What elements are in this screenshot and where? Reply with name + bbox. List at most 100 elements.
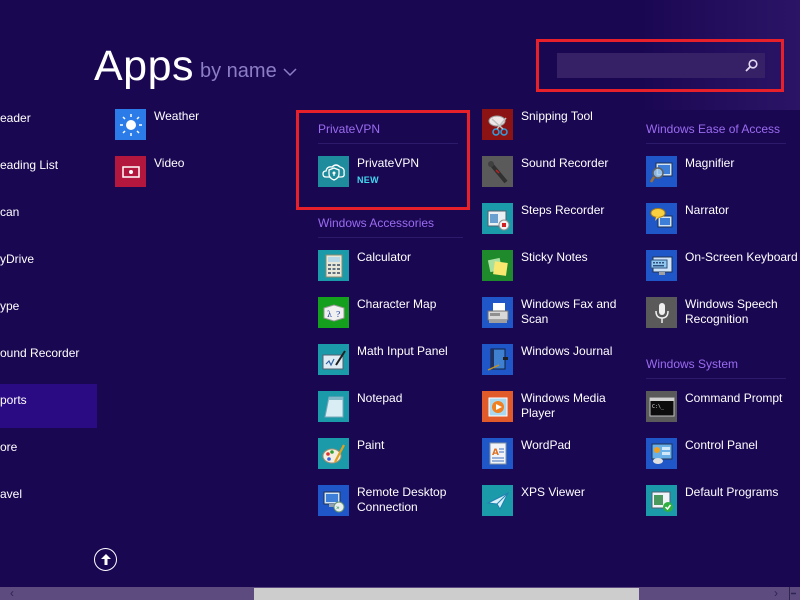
left-list-item[interactable]: ore — [0, 440, 17, 454]
app-label: WordPad — [521, 438, 571, 452]
app-label: Paint — [357, 438, 385, 452]
semantic-zoom-button[interactable] — [789, 587, 796, 600]
app-tile-wordpad[interactable]: A WordPad — [482, 438, 571, 469]
app-label: Steps Recorder — [521, 203, 605, 217]
app-tile-sound-recorder[interactable]: Sound Recorder — [482, 156, 608, 187]
chevron-down-icon — [283, 68, 297, 77]
video-icon — [115, 156, 146, 187]
app-tile-magnifier[interactable]: Magnifier — [646, 156, 734, 187]
app-tile-remote-desktop[interactable]: » Remote Desktop Connection — [318, 485, 472, 516]
app-label: Windows Journal — [521, 344, 613, 358]
speech-mic-icon — [646, 297, 677, 328]
app-tile-default-programs[interactable]: Default Programs — [646, 485, 778, 516]
svg-text:λ: λ — [327, 310, 332, 319]
app-tile-snipping-tool[interactable]: Snipping Tool — [482, 109, 593, 140]
sort-label: by name — [200, 60, 277, 82]
app-label: PrivateVPN NEW — [357, 156, 419, 188]
math-input-icon — [318, 344, 349, 375]
search-input[interactable] — [557, 53, 737, 78]
app-tile-privatevpn[interactable]: PrivateVPN NEW — [318, 156, 419, 188]
app-tile-narrator[interactable]: Narrator — [646, 203, 729, 234]
svg-text:A: A — [492, 448, 499, 458]
app-label: XPS Viewer — [521, 485, 585, 499]
left-list-item[interactable]: ype — [0, 299, 19, 313]
app-tile-paint[interactable]: Paint — [318, 438, 384, 469]
microphone-icon — [482, 156, 513, 187]
command-prompt-icon: C:\_ — [646, 391, 677, 422]
narrator-icon — [646, 203, 677, 234]
steps-recorder-icon — [482, 203, 513, 234]
app-label: Remote Desktop Connection — [357, 485, 447, 514]
app-label: Narrator — [685, 203, 730, 217]
left-list-item[interactable]: ound Recorder — [0, 346, 79, 360]
character-map-icon: λ? — [318, 297, 349, 328]
app-label: Notepad — [357, 391, 403, 405]
minus-icon — [791, 592, 796, 595]
scroll-up-button[interactable] — [94, 548, 117, 571]
left-list-item[interactable]: can — [0, 205, 19, 219]
control-panel-icon — [646, 438, 677, 469]
app-tile-xps-viewer[interactable]: XPS Viewer — [482, 485, 585, 516]
group-header-privatevpn[interactable]: PrivateVPN — [318, 122, 458, 144]
svg-text:»: » — [336, 504, 340, 511]
remote-desktop-icon: » — [318, 485, 349, 516]
arrow-up-icon — [100, 554, 111, 565]
scroll-left-arrow[interactable]: ‹ — [10, 587, 14, 600]
app-tile-notepad[interactable]: Notepad — [318, 391, 402, 422]
left-list-item[interactable]: avel — [0, 487, 22, 501]
magnifier-icon — [646, 156, 677, 187]
privatevpn-shield-icon — [318, 156, 349, 187]
app-tile-calculator[interactable]: Calculator — [318, 250, 411, 281]
default-programs-icon — [646, 485, 677, 516]
app-tile-steps-recorder[interactable]: Steps Recorder — [482, 203, 604, 234]
journal-icon — [482, 344, 513, 375]
group-header-windows-system[interactable]: Windows System — [646, 357, 786, 379]
app-tile-command-prompt[interactable]: C:\_ Command Prompt — [646, 391, 782, 422]
group-header-windows-ease-of-access[interactable]: Windows Ease of Access — [646, 122, 786, 144]
app-tile-character-map[interactable]: λ? Character Map — [318, 297, 436, 328]
app-tile-windows-media-player[interactable]: Windows Media Player — [482, 391, 636, 422]
calculator-icon — [318, 250, 349, 281]
paint-icon — [318, 438, 349, 469]
fax-icon — [482, 297, 513, 328]
new-badge: NEW — [357, 175, 379, 185]
weather-icon — [115, 109, 146, 140]
left-list-item-selected[interactable]: ports — [0, 393, 27, 407]
app-tile-sticky-notes[interactable]: Sticky Notes — [482, 250, 588, 281]
sort-by-name-toggle[interactable]: by name — [200, 60, 297, 83]
snipping-tool-icon — [482, 109, 513, 140]
app-tile-on-screen-keyboard[interactable]: On-Screen Keyboard — [646, 250, 798, 281]
group-header-windows-accessories[interactable]: Windows Accessories — [318, 216, 463, 238]
app-tile-windows-speech-recognition[interactable]: Windows Speech Recognition — [646, 297, 800, 328]
app-tile-windows-fax-and-scan[interactable]: Windows Fax and Scan — [482, 297, 636, 328]
left-list-item[interactable]: eader — [0, 111, 31, 125]
app-label: Character Map — [357, 297, 437, 311]
app-tile-weather[interactable]: Weather — [115, 109, 199, 140]
keyboard-icon — [646, 250, 677, 281]
app-tile-control-panel[interactable]: Control Panel — [646, 438, 758, 469]
app-label: Math Input Panel — [357, 344, 448, 358]
app-label: Snipping Tool — [521, 109, 593, 123]
scroll-right-arrow[interactable]: › — [774, 587, 778, 600]
app-label: Sticky Notes — [521, 250, 588, 264]
scrollbar-thumb[interactable] — [254, 588, 639, 600]
svg-text:?: ? — [336, 310, 340, 319]
app-label: Weather — [154, 109, 200, 123]
left-list-item[interactable]: yDrive — [0, 252, 34, 266]
app-tile-math-input-panel[interactable]: Math Input Panel — [318, 344, 448, 375]
horizontal-scrollbar[interactable]: ‹ › — [0, 587, 800, 600]
app-label: On-Screen Keyboard — [685, 250, 798, 264]
sticky-notes-icon — [482, 250, 513, 281]
app-label: Video — [154, 156, 185, 170]
search-box[interactable] — [557, 53, 765, 78]
notepad-icon — [318, 391, 349, 422]
app-tile-video[interactable]: Video — [115, 156, 184, 187]
left-list-item[interactable]: eading List — [0, 158, 58, 172]
app-tile-windows-journal[interactable]: Windows Journal — [482, 344, 612, 375]
app-label: Windows Media Player — [521, 391, 606, 420]
page-title: Apps — [94, 42, 195, 90]
app-label: Windows Speech Recognition — [685, 297, 778, 326]
app-label: Default Programs — [685, 485, 779, 499]
search-icon[interactable] — [744, 58, 759, 73]
app-label: Windows Fax and Scan — [521, 297, 617, 326]
